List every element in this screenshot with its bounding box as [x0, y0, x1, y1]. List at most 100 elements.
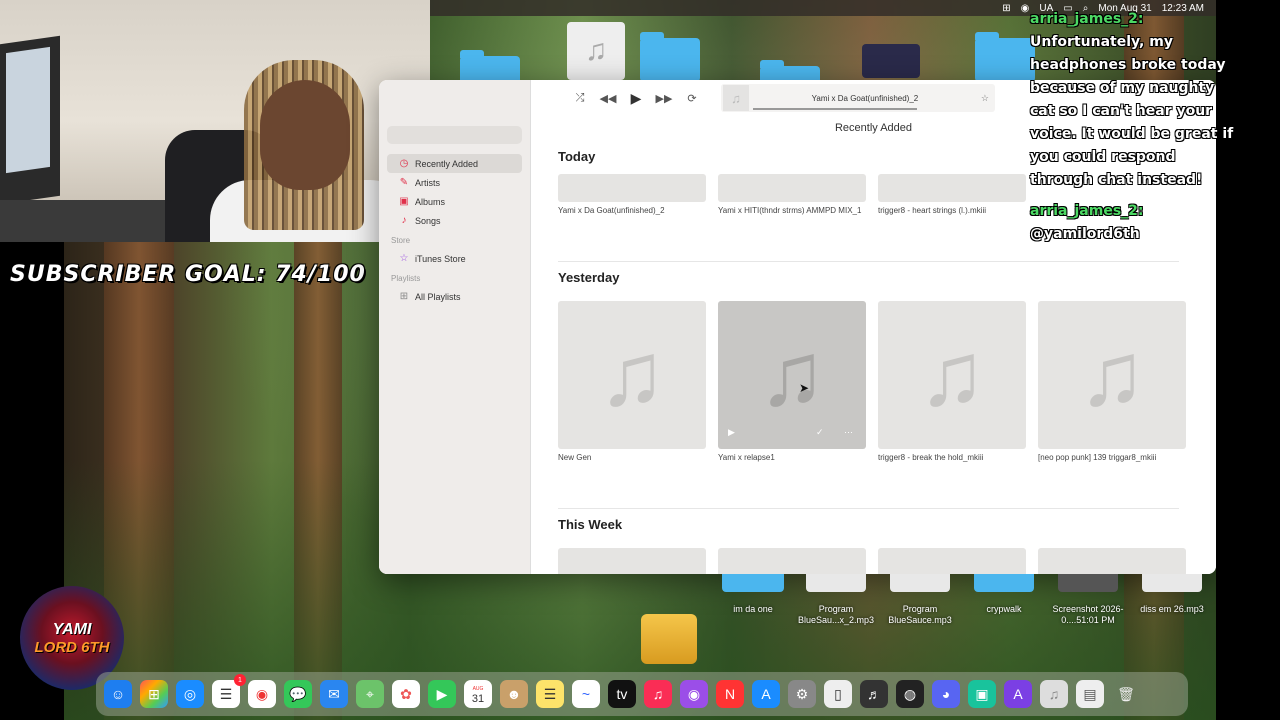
sidebar-item-itunes-store[interactable]: ☆ iTunes Store: [387, 249, 522, 268]
repeat-icon[interactable]: ⟳: [683, 92, 701, 105]
music-icon[interactable]: ♫: [644, 680, 672, 708]
chat-message: Unfortunately, my headphones broke today…: [1030, 34, 1234, 188]
sidebar-item-label: All Playlists: [415, 291, 461, 302]
subscriber-goal-text: SUBSCRIBER GOAL: 74/100: [10, 262, 366, 287]
album-tile-title[interactable]: New Gen: [558, 453, 706, 463]
album-tile[interactable]: [878, 174, 1026, 202]
album-tile[interactable]: [558, 548, 706, 574]
album-tile[interactable]: ♫: [1038, 301, 1186, 449]
discord-icon[interactable]: ◕: [932, 680, 960, 708]
tile-more-icon[interactable]: ⋯: [844, 427, 853, 438]
podcasts-icon[interactable]: ◉: [680, 680, 708, 708]
desktop-item-label[interactable]: diss em 26.mp3: [1122, 604, 1222, 615]
album-tile-title[interactable]: trigger8 - break the hold_mkiii: [878, 453, 1026, 463]
desktop-screenshot-file[interactable]: [1058, 574, 1118, 592]
desktop-audio-file[interactable]: [890, 574, 950, 592]
audio-file-icon[interactable]: ♫: [1040, 680, 1068, 708]
shuffle-icon[interactable]: ⤮: [571, 92, 589, 105]
desktop-folder[interactable]: [975, 32, 1035, 82]
album-tile[interactable]: [558, 174, 706, 202]
calendar-icon[interactable]: AUG 31: [464, 680, 492, 708]
desktop-folder[interactable]: [640, 32, 700, 82]
album-tile[interactable]: ♫: [558, 301, 706, 449]
finder-icon[interactable]: ☺: [104, 680, 132, 708]
wifi-icon[interactable]: ◉: [1021, 3, 1030, 14]
album-tile[interactable]: [718, 174, 866, 202]
desktop-folder[interactable]: [722, 574, 784, 592]
clock-icon: ◷: [399, 158, 409, 169]
music-note-icon: ♫: [1078, 324, 1146, 425]
maps-icon[interactable]: ⌖: [356, 680, 384, 708]
messages-icon[interactable]: 💬: [284, 680, 312, 708]
trash-icon[interactable]: 🗑: [1112, 680, 1140, 708]
desktop-screenshot-file[interactable]: [862, 44, 920, 78]
desktop-audio-file[interactable]: [806, 574, 866, 592]
news-icon[interactable]: N: [716, 680, 744, 708]
previous-track-icon[interactable]: ◀◀: [599, 92, 617, 105]
album-tile-title[interactable]: [neo pop punk] 139 triggar8_mkiii: [1038, 453, 1186, 463]
section-title-this-week: This Week: [558, 517, 623, 532]
sidebar-item-label: Songs: [415, 215, 441, 226]
album-icon: ▣: [399, 196, 409, 207]
webcam-feed: [0, 0, 430, 242]
album-tile-title[interactable]: Yami x relapse1: [718, 453, 866, 463]
photos-icon[interactable]: ✿: [392, 680, 420, 708]
system-settings-icon[interactable]: ⚙: [788, 680, 816, 708]
freeform-icon[interactable]: ~: [572, 680, 600, 708]
album-tile-title[interactable]: Yami x HITI(thndr strms) AMMPD MIX_1: [718, 206, 866, 216]
obs-icon[interactable]: ◍: [896, 680, 924, 708]
chrome-icon[interactable]: ◉: [248, 680, 276, 708]
music-sidebar: ◷ Recently Added ✎ Artists ▣ Albums ♪ So…: [379, 80, 531, 574]
play-icon[interactable]: ▶: [627, 90, 645, 107]
sidebar-item-label: Albums: [415, 196, 446, 207]
chat-username: arria_james_2:: [1030, 11, 1144, 27]
desktop-audio-file[interactable]: [1142, 574, 1202, 592]
music-note-icon: ♫: [598, 324, 666, 425]
audio-app-icon[interactable]: ♬: [860, 680, 888, 708]
document-icon[interactable]: ▤: [1076, 680, 1104, 708]
sidebar-section-playlists: Playlists: [391, 274, 421, 283]
desktop-audio-file[interactable]: ♫: [567, 22, 625, 80]
favorite-star-icon[interactable]: ☆: [981, 93, 989, 104]
iphone-mirroring-icon[interactable]: ▯: [824, 680, 852, 708]
sidebar-search-field[interactable]: [387, 126, 522, 144]
playback-progress-bar[interactable]: [753, 108, 917, 110]
facetime-icon[interactable]: ▶: [428, 680, 456, 708]
control-center-icon[interactable]: ⊞: [1002, 3, 1010, 14]
sidebar-item-label: Recently Added: [415, 158, 479, 169]
apple-tv-icon[interactable]: tv: [608, 680, 636, 708]
mouse-cursor: ➤: [799, 381, 810, 395]
album-tile-title[interactable]: Yami x Da Goat(unfinished)_2: [558, 206, 706, 216]
album-tile[interactable]: ♫: [878, 301, 1026, 449]
logo-line2: LORD 6TH: [34, 638, 110, 656]
sidebar-item-artists[interactable]: ✎ Artists: [387, 173, 522, 192]
music-note-icon: ♫: [918, 324, 986, 425]
external-drive-icon[interactable]: [641, 614, 697, 664]
now-playing-title: Yami x Da Goat(unfinished)_2: [811, 93, 919, 103]
tile-check-icon[interactable]: ✓: [816, 427, 824, 438]
sidebar-item-label: iTunes Store: [415, 253, 466, 264]
reminders-icon[interactable]: ☰ 1: [212, 674, 246, 708]
notes-icon[interactable]: ☰: [536, 680, 564, 708]
album-tile[interactable]: [718, 548, 866, 574]
mail-icon[interactable]: ✉: [320, 680, 348, 708]
chat-username: arria_james_2:: [1030, 203, 1144, 219]
arc-icon[interactable]: A: [1004, 680, 1032, 708]
desktop-folder[interactable]: [974, 574, 1034, 592]
app-store-icon[interactable]: A: [752, 680, 780, 708]
now-playing-display[interactable]: ♫ Yami x Da Goat(unfinished)_2 ☆: [721, 84, 995, 112]
streamlabs-icon[interactable]: ▣: [968, 680, 996, 708]
sidebar-section-store: Store: [391, 236, 411, 245]
next-track-icon[interactable]: ▶▶: [655, 92, 673, 105]
launchpad-icon[interactable]: ⊞: [140, 680, 168, 708]
album-tile-title[interactable]: trigger8 - heart strings (l.).mkiii: [878, 206, 1026, 216]
album-tile[interactable]: [1038, 548, 1186, 574]
album-tile[interactable]: [878, 548, 1026, 574]
sidebar-item-songs[interactable]: ♪ Songs: [387, 211, 522, 230]
sidebar-item-all-playlists[interactable]: ⊞ All Playlists: [387, 287, 522, 306]
contacts-icon[interactable]: ☻: [500, 680, 528, 708]
sidebar-item-albums[interactable]: ▣ Albums: [387, 192, 522, 211]
safari-icon[interactable]: ◎: [176, 680, 204, 708]
tile-play-icon[interactable]: ▶: [728, 427, 735, 438]
sidebar-item-recently-added[interactable]: ◷ Recently Added: [387, 154, 522, 173]
